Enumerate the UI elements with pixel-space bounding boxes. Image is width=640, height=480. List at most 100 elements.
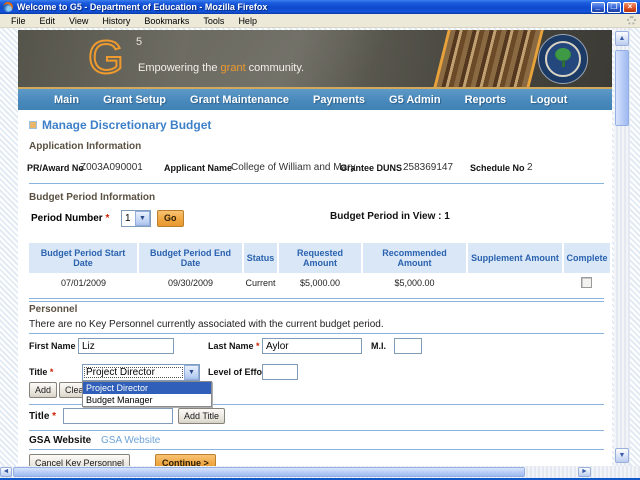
first-name-input[interactable] (78, 338, 174, 354)
last-name-input[interactable] (262, 338, 362, 354)
divider (29, 430, 604, 431)
nav-main[interactable]: Main (42, 94, 91, 106)
page-title: Manage Discretionary Budget (42, 118, 211, 132)
nav-g5-admin[interactable]: G5 Admin (377, 94, 453, 106)
menu-edit[interactable]: Edit (33, 16, 63, 26)
firefox-icon (3, 2, 13, 12)
col-complete: Complete (563, 243, 610, 273)
personnel-empty-message: There are no Key Personnel currently ass… (29, 319, 384, 330)
grantee-duns-value: 258369147 (403, 162, 453, 173)
personnel-heading: Personnel (29, 304, 77, 315)
page-title-row: Manage Discretionary Budget (29, 118, 211, 132)
nav-payments[interactable]: Payments (301, 94, 377, 106)
col-status: Status (243, 243, 278, 273)
cell-end-date: 09/30/2009 (138, 273, 243, 293)
tagline-post: community. (246, 62, 304, 74)
cell-supplement (467, 273, 563, 293)
menu-bar: File Edit View History Bookmarks Tools H… (0, 14, 640, 28)
menu-file[interactable]: File (4, 16, 33, 26)
col-start-date: Budget Period Start Date (29, 243, 138, 273)
scroll-down-icon[interactable]: ▼ (615, 448, 629, 463)
title-select[interactable]: Project Director ▼ (82, 364, 200, 381)
close-button[interactable]: × (623, 2, 637, 13)
period-dropdown-arrow-icon[interactable]: ▼ (135, 211, 150, 226)
option-project-director[interactable]: Project Director (83, 382, 211, 394)
last-name-label: Last Name * (208, 341, 260, 351)
horizontal-scroll-thumb[interactable] (13, 467, 525, 477)
gsa-website-label: GSA Website (29, 435, 91, 446)
banner-tagline: Empowering the grant community. (138, 62, 304, 74)
title-selected-value: Project Director (83, 366, 184, 379)
required-marker: * (105, 213, 109, 224)
title-options-list: Project Director Budget Manager (82, 381, 212, 407)
new-title-label-text: Title (29, 411, 49, 422)
restore-button[interactable]: ❐ (607, 2, 621, 13)
schedule-no-label: Schedule No (470, 163, 525, 173)
menu-help[interactable]: Help (231, 16, 264, 26)
period-number-label-text: Period Number (31, 213, 103, 224)
budget-period-heading: Budget Period Information (29, 192, 155, 203)
scroll-right-icon[interactable]: ► (578, 467, 591, 477)
vertical-scrollbar[interactable]: ▲ ▼ (614, 28, 630, 466)
nav-grant-setup[interactable]: Grant Setup (91, 94, 178, 106)
required-marker: * (256, 341, 260, 351)
page-content: Manage Discretionary Budget Application … (18, 110, 612, 466)
title-dropdown-arrow-icon[interactable]: ▼ (184, 365, 199, 380)
vertical-scroll-thumb[interactable] (615, 50, 629, 126)
activity-throbber-icon (627, 16, 636, 25)
title-label-text: Title (29, 367, 47, 377)
go-button[interactable]: Go (157, 210, 184, 227)
scroll-up-icon[interactable]: ▲ (615, 31, 629, 46)
seal-trunk (562, 60, 565, 67)
mi-input[interactable] (394, 338, 422, 354)
complete-checkbox[interactable] (581, 277, 592, 288)
minimize-button[interactable]: _ (591, 2, 605, 13)
budget-period-table: Budget Period Start Date Budget Period E… (29, 243, 610, 293)
new-title-input[interactable] (63, 408, 173, 424)
g5-logo: G (88, 34, 134, 80)
main-navigation: Main Grant Setup Grant Maintenance Payme… (18, 87, 612, 110)
col-end-date: Budget Period End Date (138, 243, 243, 273)
gsa-website-link[interactable]: GSA Website (101, 435, 160, 446)
mi-label: M.I. (371, 341, 386, 351)
g5-logo-number: 5 (136, 36, 142, 48)
option-budget-manager[interactable]: Budget Manager (83, 394, 211, 406)
divider (29, 449, 604, 450)
cell-start-date: 07/01/2009 (29, 273, 138, 293)
first-name-label-text: First Name (29, 341, 76, 351)
applicant-name-value: College of William and Mary (231, 162, 356, 173)
applicant-name-label: Applicant Name (164, 163, 232, 173)
menu-bookmarks[interactable]: Bookmarks (137, 16, 196, 26)
window-titlebar[interactable]: Welcome to G5 - Department of Education … (0, 0, 640, 14)
level-of-effort-input[interactable] (262, 364, 298, 380)
application-info-heading: Application Information (29, 141, 141, 152)
tagline-highlight: grant (221, 62, 246, 74)
level-of-effort-label-text: Level of Effort (208, 367, 269, 377)
window-title: Welcome to G5 - Department of Education … (17, 2, 591, 12)
col-recommended: Recommended Amount (362, 243, 467, 273)
schedule-no-value: 2 (527, 162, 533, 173)
add-title-button[interactable]: Add Title (178, 408, 225, 424)
menu-view[interactable]: View (62, 16, 95, 26)
nav-reports[interactable]: Reports (453, 94, 519, 106)
page-viewport: G 5 Empowering the grant community. Main… (0, 28, 640, 466)
menu-tools[interactable]: Tools (196, 16, 231, 26)
nav-grant-maintenance[interactable]: Grant Maintenance (178, 94, 301, 106)
col-supplement: Supplement Amount (467, 243, 563, 273)
add-button[interactable]: Add (29, 382, 57, 398)
divider (29, 333, 604, 334)
period-number-value: 1 (122, 212, 135, 225)
horizontal-scrollbar[interactable]: ◄ ► (0, 466, 640, 478)
col-requested: Requested Amount (278, 243, 362, 273)
double-divider (29, 298, 604, 302)
first-name-label: First Name * (29, 341, 82, 351)
divider (29, 183, 604, 184)
pr-award-label: PR/Award No (27, 163, 84, 173)
table-row: 07/01/2009 09/30/2009 Current $5,000.00 … (29, 273, 610, 293)
education-seal-icon (538, 34, 588, 84)
menu-history[interactable]: History (95, 16, 137, 26)
scroll-left-icon[interactable]: ◄ (0, 467, 12, 477)
nav-logout[interactable]: Logout (518, 94, 579, 106)
table-header-row: Budget Period Start Date Budget Period E… (29, 243, 610, 273)
period-number-select[interactable]: 1 ▼ (121, 210, 151, 227)
